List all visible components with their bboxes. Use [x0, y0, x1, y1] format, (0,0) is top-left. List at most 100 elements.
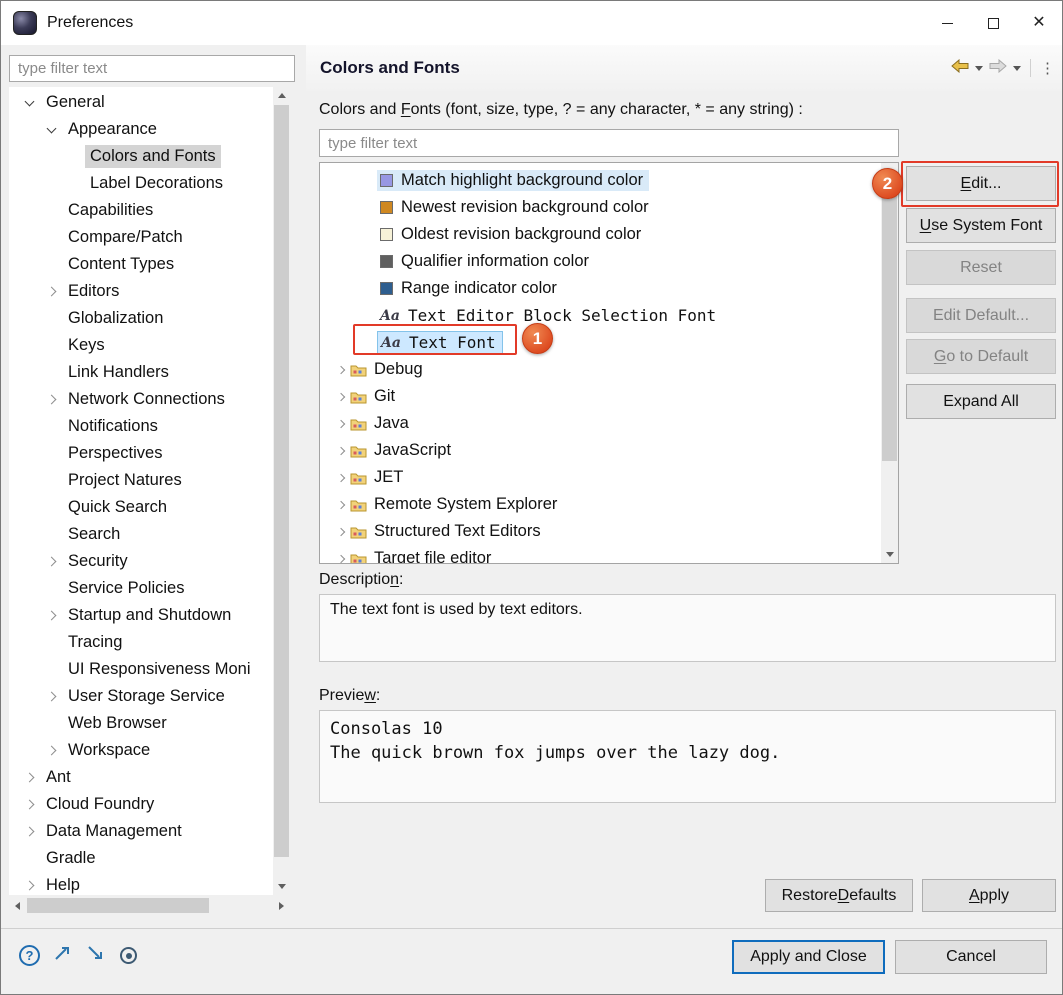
use-system-font-button[interactable]: Use System Font — [906, 208, 1056, 243]
tree-horizontal-scrollbar[interactable] — [9, 897, 290, 914]
tree-item-help[interactable]: Help — [9, 872, 273, 895]
tree-item-web-browser[interactable]: Web Browser — [9, 710, 273, 737]
scroll-up-button[interactable] — [273, 87, 290, 104]
list-item-git[interactable]: Git — [320, 383, 881, 410]
tree-item-tracing[interactable]: Tracing — [9, 629, 273, 656]
tree-item-cloud-foundry[interactable]: Cloud Foundry — [9, 791, 273, 818]
tree-item-ant[interactable]: Ant — [9, 764, 273, 791]
colors-fonts-filter-input[interactable] — [319, 129, 899, 157]
edit-button[interactable]: Edit... — [906, 166, 1056, 201]
go-to-default-button[interactable]: Go to Default — [906, 339, 1056, 374]
tree-item-data-management[interactable]: Data Management — [9, 818, 273, 845]
chevron-right-icon[interactable] — [39, 396, 63, 403]
expand-all-button[interactable]: Expand All — [906, 384, 1056, 419]
chevron-right-icon[interactable] — [332, 394, 350, 400]
close-button[interactable]: ✕ — [1016, 1, 1062, 45]
chevron-right-icon[interactable] — [332, 502, 350, 508]
cancel-button[interactable]: Cancel — [895, 940, 1047, 974]
tree-item-user-storage-service[interactable]: User Storage Service — [9, 683, 273, 710]
help-icon[interactable]: ? — [19, 945, 40, 966]
forward-history-menu-icon[interactable] — [1013, 66, 1021, 71]
chevron-right-icon[interactable] — [332, 556, 350, 562]
list-item-java[interactable]: Java — [320, 410, 881, 437]
nav-filter-input[interactable] — [9, 55, 295, 82]
chevron-right-icon[interactable] — [17, 801, 41, 808]
apply-and-close-button[interactable]: Apply and Close — [732, 940, 885, 974]
reset-button[interactable]: Reset — [906, 250, 1056, 285]
chevron-right-icon[interactable] — [17, 774, 41, 781]
restore-defaults-button[interactable]: Restore Defaults — [765, 879, 913, 912]
edit-default-button[interactable]: Edit Default... — [906, 298, 1056, 333]
chevron-right-icon[interactable] — [39, 747, 63, 754]
maximize-button[interactable] — [970, 1, 1016, 45]
tree-vertical-scrollbar[interactable] — [273, 87, 290, 895]
tree-item-project-natures[interactable]: Project Natures — [9, 467, 273, 494]
scroll-up-button[interactable] — [881, 163, 898, 180]
tree-item-quick-search[interactable]: Quick Search — [9, 494, 273, 521]
tree-item-globalization[interactable]: Globalization — [9, 305, 273, 332]
list-item-target-file-editor[interactable]: Target file editor — [320, 545, 881, 564]
scroll-down-button[interactable] — [273, 878, 290, 895]
list-item-jet[interactable]: JET — [320, 464, 881, 491]
tree-item-keys[interactable]: Keys — [9, 332, 273, 359]
tree-item-compare-patch[interactable]: Compare/Patch — [9, 224, 273, 251]
chevron-right-icon[interactable] — [332, 421, 350, 427]
tree-item-link-handlers[interactable]: Link Handlers — [9, 359, 273, 386]
tree-item-service-policies[interactable]: Service Policies — [9, 575, 273, 602]
tree-item-search[interactable]: Search — [9, 521, 273, 548]
tree-item-workspace[interactable]: Workspace — [9, 737, 273, 764]
list-item-javascript[interactable]: JavaScript — [320, 437, 881, 464]
tree-item-general[interactable]: General — [9, 89, 273, 116]
list-item-newest-revision-background-color[interactable]: Newest revision background color — [320, 194, 881, 221]
tree-item-security[interactable]: Security — [9, 548, 273, 575]
back-history-icon[interactable] — [951, 59, 969, 78]
chevron-right-icon[interactable] — [39, 693, 63, 700]
tree-item-notifications[interactable]: Notifications — [9, 413, 273, 440]
scrollbar-thumb[interactable] — [882, 181, 897, 461]
scrollbar-thumb[interactable] — [274, 105, 289, 857]
scroll-down-button[interactable] — [881, 546, 898, 563]
view-menu-icon[interactable]: ⋮ — [1040, 59, 1056, 77]
chevron-right-icon[interactable] — [39, 288, 63, 295]
minimize-button[interactable] — [924, 1, 970, 45]
tree-item-gradle[interactable]: Gradle — [9, 845, 273, 872]
apply-button[interactable]: Apply — [922, 879, 1056, 912]
back-history-menu-icon[interactable] — [975, 66, 983, 71]
chevron-right-icon[interactable] — [39, 612, 63, 619]
scroll-right-button[interactable] — [273, 897, 290, 914]
list-item-debug[interactable]: Debug — [320, 356, 881, 383]
list-item-qualifier-information-color[interactable]: Qualifier information color — [320, 248, 881, 275]
tree-item-startup-and-shutdown[interactable]: Startup and Shutdown — [9, 602, 273, 629]
chevron-right-icon[interactable] — [332, 529, 350, 535]
list-item-text-editor-block-selection-font[interactable]: AaText Editor Block Selection Font — [320, 302, 881, 329]
list-vertical-scrollbar[interactable] — [881, 163, 898, 563]
list-item-oldest-revision-background-color[interactable]: Oldest revision background color — [320, 221, 881, 248]
scroll-left-button[interactable] — [9, 897, 26, 914]
list-item-match-highlight-background-color[interactable]: Match highlight background color — [320, 167, 881, 194]
tree-item-appearance[interactable]: Appearance — [9, 116, 273, 143]
tree-item-label-decorations[interactable]: Label Decorations — [9, 170, 273, 197]
forward-history-icon[interactable] — [989, 59, 1007, 78]
import-preferences-icon[interactable] — [87, 945, 106, 966]
export-preferences-icon[interactable] — [54, 945, 73, 966]
tree-item-colors-and-fonts[interactable]: Colors and Fonts — [9, 143, 273, 170]
list-item-structured-text-editors[interactable]: Structured Text Editors — [320, 518, 881, 545]
chevron-down-icon[interactable] — [17, 101, 41, 105]
chevron-right-icon[interactable] — [17, 828, 41, 835]
chevron-down-icon[interactable] — [39, 128, 63, 132]
chevron-right-icon[interactable] — [332, 475, 350, 481]
tree-item-content-types[interactable]: Content Types — [9, 251, 273, 278]
tree-item-ui-responsiveness-monitoring[interactable]: UI Responsiveness Moni — [9, 656, 273, 683]
tree-item-editors[interactable]: Editors — [9, 278, 273, 305]
scrollbar-thumb[interactable] — [27, 898, 209, 913]
tree-item-perspectives[interactable]: Perspectives — [9, 440, 273, 467]
chevron-right-icon[interactable] — [17, 882, 41, 889]
list-item-remote-system-explorer[interactable]: Remote System Explorer — [320, 491, 881, 518]
chevron-right-icon[interactable] — [332, 367, 350, 373]
tree-item-capabilities[interactable]: Capabilities — [9, 197, 273, 224]
chevron-right-icon[interactable] — [332, 448, 350, 454]
list-item-text-font[interactable]: AaText Font — [320, 329, 881, 356]
list-item-range-indicator-color[interactable]: Range indicator color — [320, 275, 881, 302]
chevron-right-icon[interactable] — [39, 558, 63, 565]
preference-recorder-icon[interactable] — [120, 947, 137, 964]
